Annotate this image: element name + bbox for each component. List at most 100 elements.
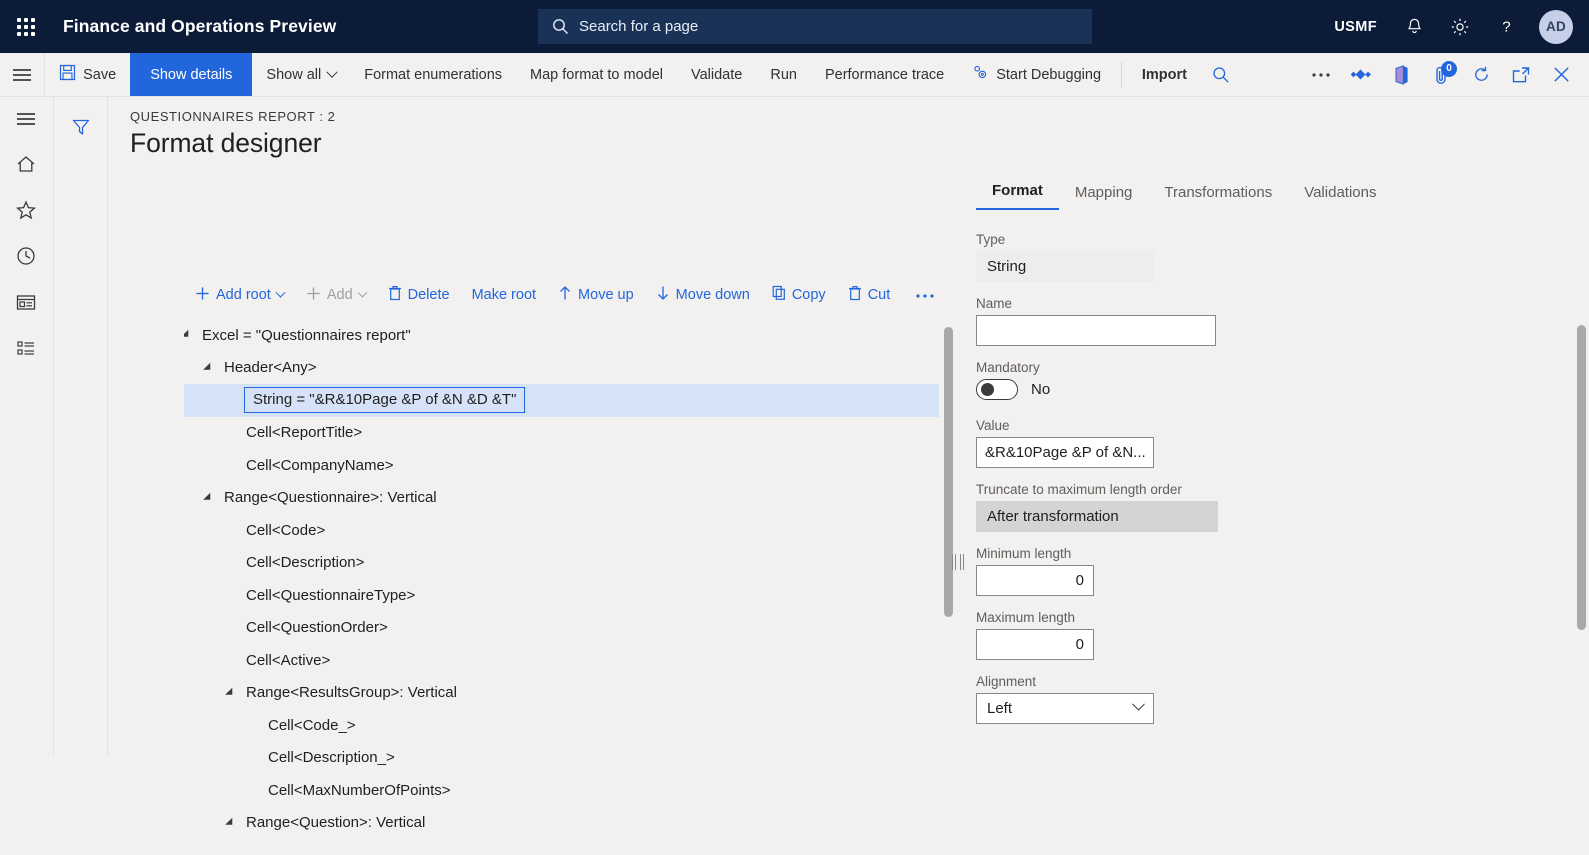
tree-panel-splitter[interactable] <box>950 552 957 572</box>
add-root-button[interactable]: Add root <box>184 286 295 305</box>
attachments-icon[interactable]: 0 <box>1421 53 1461 97</box>
tree-node-label: Cell<CompanyName> <box>246 456 394 474</box>
show-details-button[interactable]: Show details <box>130 53 253 96</box>
validate-button[interactable]: Validate <box>677 53 756 96</box>
tree-node[interactable]: Cell<Description> <box>184 547 949 580</box>
toggle-knob <box>981 383 994 396</box>
properties-panel-splitter[interactable] <box>959 552 965 572</box>
move-down-button[interactable]: Move down <box>645 285 761 305</box>
tree-node[interactable]: Cell<Active> <box>184 644 949 677</box>
tree-node-label: Range<ResultsGroup>: Vertical <box>246 684 457 702</box>
search-icon[interactable] <box>1201 53 1241 97</box>
tree-node[interactable]: Cell<ReportTitle> <box>184 417 949 450</box>
show-details-label: Show details <box>150 66 233 83</box>
name-input[interactable] <box>976 315 1216 346</box>
refresh-icon[interactable] <box>1461 53 1501 97</box>
tree-node[interactable]: Range<Questionnaire>: Vertical <box>184 482 949 515</box>
global-search-box[interactable]: Search for a page <box>538 9 1092 44</box>
tree-expand-twisty-icon[interactable] <box>184 329 202 341</box>
favorites-star-icon[interactable] <box>0 187 52 233</box>
alignment-select[interactable]: Left <box>976 693 1154 724</box>
share-diamonds-icon[interactable] <box>1341 53 1381 97</box>
tab-format[interactable]: Format <box>976 182 1059 210</box>
plus-icon <box>306 286 321 305</box>
move-up-button[interactable]: Move up <box>547 285 645 305</box>
tree-node[interactable]: Range<ResultsGroup>: Vertical <box>184 677 949 710</box>
bell-icon[interactable] <box>1391 0 1437 53</box>
recent-clock-icon[interactable] <box>0 233 52 279</box>
chevron-down-icon <box>1132 697 1145 711</box>
minimum-length-input[interactable] <box>976 565 1094 596</box>
maximum-length-input[interactable] <box>976 629 1094 660</box>
start-debugging-button[interactable]: Start Debugging <box>958 53 1115 96</box>
modules-list-icon[interactable] <box>0 325 52 371</box>
tree-expand-twisty-icon[interactable] <box>203 492 224 504</box>
performance-trace-button[interactable]: Performance trace <box>811 53 958 96</box>
tree-node[interactable]: Range<Question>: Vertical <box>184 807 949 840</box>
copy-button[interactable]: Copy <box>761 285 837 305</box>
mandatory-toggle[interactable] <box>976 379 1018 400</box>
make-root-button[interactable]: Make root <box>461 287 547 303</box>
tree-node-label: Cell<Code> <box>246 521 326 539</box>
start-debugging-label: Start Debugging <box>996 66 1102 83</box>
format-enumerations-button[interactable]: Format enumerations <box>350 53 516 96</box>
mandatory-label: Mandatory <box>976 360 1040 375</box>
open-in-new-window-icon[interactable] <box>1501 53 1541 97</box>
tree-node[interactable]: String = "&R&10Page &P of &N &D &T" <box>184 384 939 417</box>
show-all-dropdown[interactable]: Show all <box>252 53 350 96</box>
value-input[interactable] <box>976 437 1154 468</box>
tree-node[interactable]: Cell<Code> <box>184 514 949 547</box>
properties-vertical-scrollbar[interactable] <box>1577 325 1586 630</box>
question-mark-icon[interactable]: ? <box>1483 0 1529 53</box>
tab-transformations[interactable]: Transformations <box>1148 184 1288 210</box>
filter-funnel-icon[interactable] <box>54 105 108 149</box>
gear-icon[interactable] <box>1437 0 1483 53</box>
tree-toolbar-overflow-button[interactable] <box>901 287 946 303</box>
tree-node[interactable]: Excel = "Questionnaires report" <box>184 319 949 352</box>
tree-node[interactable]: Cell<CompanyName> <box>184 449 949 482</box>
tree-expand-twisty-icon[interactable] <box>225 817 246 829</box>
tree-expand-twisty-icon[interactable] <box>203 362 224 374</box>
tree-node[interactable]: Cell<Code_> <box>184 709 949 742</box>
properties-panel: Format Mapping Transformations Validatio… <box>964 97 1589 755</box>
page-header: QUESTIONNAIRES REPORT : 2 Format designe… <box>130 109 335 159</box>
home-icon[interactable] <box>0 141 52 187</box>
tree-node[interactable]: Cell<MaxNumberOfPoints> <box>184 774 949 807</box>
tree-node[interactable]: Cell<QuestionOrder> <box>184 612 949 645</box>
hamburger-menu-icon[interactable] <box>0 53 46 96</box>
workspaces-icon[interactable] <box>0 279 52 325</box>
hamburger-menu-icon[interactable] <box>0 97 52 141</box>
delete-button[interactable]: Delete <box>377 285 461 305</box>
tree-node[interactable]: Header<Any> <box>184 352 949 385</box>
office-app-icon[interactable] <box>1381 53 1421 97</box>
properties-tabs: Format Mapping Transformations Validatio… <box>976 182 1392 210</box>
breadcrumb[interactable]: QUESTIONNAIRES REPORT : 2 <box>130 109 335 124</box>
tree-node[interactable]: Cell<QuestionnaireType> <box>184 579 949 612</box>
overflow-ellipsis-icon[interactable] <box>1301 53 1341 97</box>
alignment-label: Alignment <box>976 674 1037 689</box>
arrow-up-icon <box>558 285 572 305</box>
tree-expand-twisty-icon[interactable] <box>225 687 246 699</box>
tree-vertical-scrollbar[interactable] <box>944 327 953 617</box>
map-format-to-model-label: Map format to model <box>530 66 664 83</box>
tree-node-label: Cell<Code_> <box>268 716 356 734</box>
save-button[interactable]: Save <box>45 53 130 96</box>
minimum-length-field: Minimum length <box>976 546 1576 596</box>
run-button[interactable]: Run <box>756 53 811 96</box>
value-field: Value <box>976 418 1576 468</box>
app-launcher-icon[interactable] <box>0 0 52 53</box>
truncate-value[interactable]: After transformation <box>976 501 1218 532</box>
map-format-to-model-button[interactable]: Map format to model <box>516 53 677 96</box>
format-tree[interactable]: Excel = "Questionnaires report" Header<An… <box>184 319 949 855</box>
close-icon[interactable] <box>1541 53 1581 97</box>
tab-mapping[interactable]: Mapping <box>1059 184 1149 210</box>
truncate-field: Truncate to maximum length order After t… <box>976 482 1576 532</box>
avatar[interactable]: AD <box>1539 9 1573 44</box>
import-button[interactable]: Import <box>1128 53 1201 96</box>
cut-button[interactable]: Cut <box>837 285 902 305</box>
company-selector[interactable]: USMF <box>1320 0 1391 53</box>
tree-node-label: Cell<MaxNumberOfPoints> <box>268 781 451 799</box>
tab-validations[interactable]: Validations <box>1288 184 1392 210</box>
tree-node[interactable]: Cell<Description_> <box>184 742 949 775</box>
caret-icon <box>225 687 236 699</box>
